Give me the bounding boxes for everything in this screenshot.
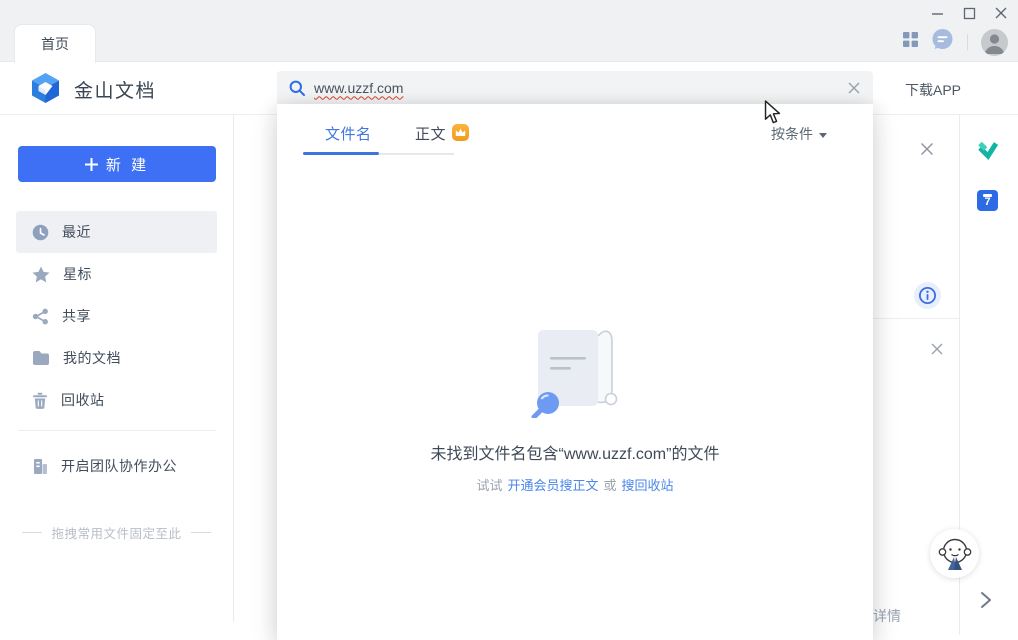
info-icon[interactable] (914, 282, 941, 309)
link-member-search[interactable]: 开通会员搜正文 (507, 475, 598, 494)
panel-horizontal-divider (873, 318, 959, 319)
apps-grid-icon[interactable] (903, 32, 918, 52)
office-building-icon (32, 458, 48, 475)
plus-icon (85, 158, 98, 171)
sidebar-item-shared[interactable]: 共享 (0, 295, 233, 337)
share-icon (32, 308, 49, 325)
brand-logo-icon[interactable] (28, 71, 63, 111)
empty-document-illustration (521, 326, 629, 418)
sidebar-item-label: 我的文档 (63, 348, 121, 368)
star-icon (32, 266, 50, 283)
pin-hint-dash (22, 532, 42, 533)
pin-hint-dash (191, 532, 211, 533)
tab-inactive-underline (379, 153, 454, 155)
sidebar-item-recycle-bin[interactable]: 回收站 (0, 379, 233, 421)
tab-fulltext-label: 正文 (415, 123, 446, 144)
titlebar-separator (967, 34, 968, 50)
new-button[interactable]: 新 建 (18, 146, 216, 182)
tab-active-underline (303, 152, 379, 155)
calendar-badge: 7 (977, 196, 998, 208)
folder-icon (32, 350, 50, 366)
sidebar-item-label: 回收站 (61, 390, 105, 410)
panel-close-icon-2[interactable] (930, 342, 944, 361)
sidebar-item-label: 最近 (62, 222, 91, 242)
tab-home-label: 首页 (41, 34, 69, 54)
clock-icon (32, 224, 49, 241)
empty-state: 未找到文件名包含“www.uzzf.com”的文件 试试 开通会员搜正文 或 搜… (277, 326, 873, 494)
sidebar-section-divider (18, 430, 216, 431)
sidebar-item-label: 共享 (62, 306, 91, 326)
tab-filename[interactable]: 文件名 (325, 123, 372, 144)
mouse-cursor (763, 100, 782, 130)
maximize-icon[interactable] (960, 4, 978, 22)
search-icon (289, 80, 305, 96)
vip-crown-icon (452, 124, 469, 141)
sidebar-item-my-docs[interactable]: 我的文档 (0, 337, 233, 379)
empty-message: 未找到文件名包含“www.uzzf.com”的文件 (431, 440, 720, 464)
sidebar-item-label: 星标 (63, 264, 92, 284)
chevron-right-icon[interactable] (979, 591, 993, 614)
caret-down-icon (819, 133, 827, 138)
minimize-icon[interactable] (928, 4, 946, 22)
window-controls (928, 4, 1010, 22)
hint-or: 或 (604, 475, 617, 494)
search-clear-icon[interactable] (847, 81, 861, 95)
sidebar-item-team-collab[interactable]: 开启团队协作办公 (0, 445, 233, 487)
new-button-label: 新 建 (106, 154, 149, 175)
search-input[interactable]: www.uzzf.com (314, 80, 838, 96)
mascot-icon[interactable] (930, 529, 979, 578)
chat-bubble-icon[interactable] (931, 28, 954, 56)
search-dropdown-panel: 文件名 正文 按条件 未找到文件名包含“www.uzzf.com”的文件 试试 … (277, 104, 873, 640)
link-recycle-search[interactable]: 搜回收站 (622, 475, 674, 494)
sidebar-divider (233, 115, 234, 622)
trash-icon (32, 392, 48, 409)
empty-hint: 试试 开通会员搜正文 或 搜回收站 (476, 475, 673, 494)
tab-home[interactable]: 首页 (14, 24, 96, 63)
tab-fulltext[interactable]: 正文 (415, 123, 469, 144)
sidebar-item-starred[interactable]: 星标 (0, 253, 233, 295)
avatar[interactable] (981, 29, 1008, 56)
pin-hint: 拖拽常用文件固定至此 (0, 523, 233, 542)
brand-name: 金山文档 (74, 76, 156, 103)
sidebar-item-recent[interactable]: 最近 (0, 211, 233, 253)
close-icon[interactable] (992, 4, 1010, 22)
hint-prefix: 试试 (476, 475, 502, 494)
titlebar (0, 0, 1018, 62)
details-label: 详情 (873, 606, 901, 626)
panel-close-icon[interactable] (919, 141, 935, 162)
sidebar-item-label: 开启团队协作办公 (61, 456, 177, 476)
teal-check-icon[interactable] (977, 139, 999, 166)
pin-hint-text: 拖拽常用文件固定至此 (51, 523, 181, 542)
download-app-button[interactable]: 下载APP (905, 80, 961, 100)
calendar-7-icon[interactable]: 7 (977, 190, 998, 211)
search-bar[interactable]: www.uzzf.com (277, 71, 873, 104)
titlebar-icons (903, 27, 1008, 57)
